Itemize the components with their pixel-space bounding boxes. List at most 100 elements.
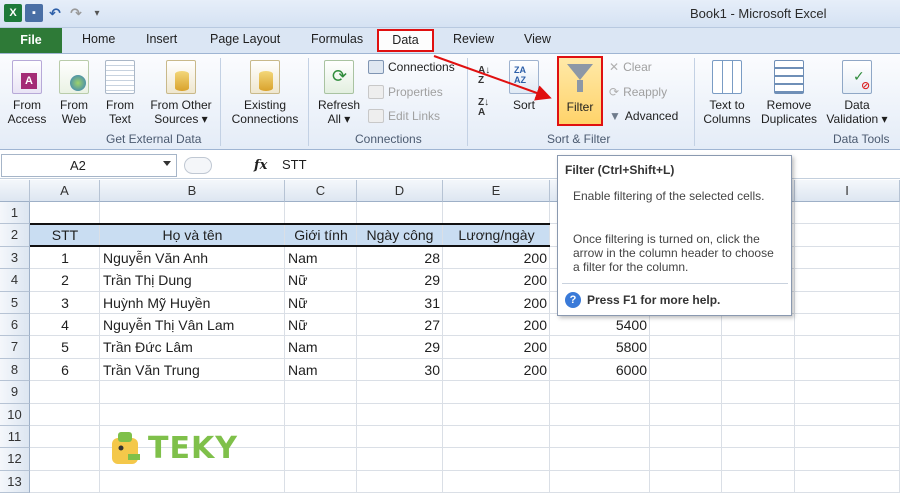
cell[interactable] [650, 403, 722, 426]
cell[interactable] [795, 224, 900, 247]
select-all-corner[interactable] [0, 180, 30, 202]
row-header-4[interactable]: 4 [0, 269, 30, 292]
table-cell-stt: 4 [61, 317, 69, 333]
cell[interactable] [550, 448, 650, 471]
row-header-9[interactable]: 9 [0, 381, 30, 404]
tooltip-divider [562, 283, 788, 284]
cell[interactable] [650, 426, 722, 449]
cell[interactable] [722, 358, 795, 382]
cell[interactable] [357, 403, 443, 426]
cell[interactable] [550, 403, 650, 426]
help-icon: ? [565, 292, 581, 308]
cell[interactable] [795, 269, 900, 292]
cell[interactable] [30, 202, 100, 225]
row-header-1[interactable]: 1 [0, 202, 30, 225]
cell[interactable] [443, 381, 550, 404]
row-header-7[interactable]: 7 [0, 336, 30, 359]
row-header-13[interactable]: 13 [0, 470, 30, 494]
cell[interactable] [795, 202, 900, 225]
cell[interactable] [30, 403, 100, 426]
row-header-8[interactable]: 8 [0, 358, 30, 382]
cell[interactable] [550, 381, 650, 404]
row-header-11[interactable]: 11 [0, 426, 30, 449]
cell[interactable] [100, 202, 285, 225]
cell[interactable] [357, 426, 443, 449]
column-header-e[interactable]: E [443, 180, 550, 202]
row-header-10[interactable]: 10 [0, 403, 30, 426]
cell[interactable] [285, 470, 357, 494]
cell[interactable] [30, 448, 100, 471]
filter-tooltip: Filter (Ctrl+Shift+L) Enable filtering o… [557, 155, 792, 316]
cell[interactable] [795, 426, 900, 449]
table-cell-days: 31 [424, 294, 440, 311]
cell[interactable] [722, 381, 795, 404]
cell[interactable] [443, 426, 550, 449]
cell[interactable] [357, 448, 443, 471]
column-header-a[interactable]: A [30, 180, 100, 202]
cell[interactable] [550, 426, 650, 449]
cell[interactable] [443, 470, 550, 494]
header-row-border [30, 223, 550, 247]
column-header-c[interactable]: C [285, 180, 357, 202]
cell[interactable] [550, 470, 650, 494]
cell[interactable] [722, 403, 795, 426]
row-header-3[interactable]: 3 [0, 246, 30, 270]
table-cell-stt: 3 [61, 294, 69, 311]
cell[interactable] [795, 470, 900, 494]
cell[interactable] [357, 470, 443, 494]
cell[interactable] [722, 314, 795, 337]
cell[interactable] [722, 470, 795, 494]
cell[interactable] [285, 448, 357, 471]
table-cell-rate: 200 [523, 294, 547, 311]
cell[interactable] [650, 448, 722, 471]
cell[interactable] [100, 381, 285, 404]
cell[interactable] [443, 403, 550, 426]
cell[interactable] [795, 336, 900, 359]
insert-function-icon[interactable]: fx [254, 158, 267, 173]
cell[interactable] [795, 381, 900, 404]
cell[interactable] [285, 426, 357, 449]
cell[interactable] [650, 336, 722, 359]
name-box-dropdown-icon[interactable] [163, 161, 171, 166]
cell[interactable] [285, 403, 357, 426]
cell[interactable] [30, 426, 100, 449]
cell[interactable] [722, 448, 795, 471]
cell[interactable] [285, 202, 357, 225]
row-header-12[interactable]: 12 [0, 448, 30, 471]
cell[interactable] [650, 314, 722, 337]
cell[interactable] [795, 314, 900, 337]
row-header-6[interactable]: 6 [0, 314, 30, 337]
cell[interactable] [285, 381, 357, 404]
table-cell-rate: 200 [523, 339, 547, 356]
column-header-d[interactable]: D [357, 180, 443, 202]
cell[interactable] [795, 246, 900, 270]
formula-input[interactable]: STT [282, 157, 307, 172]
cell[interactable] [650, 381, 722, 404]
cell[interactable] [357, 381, 443, 404]
cell[interactable] [650, 470, 722, 494]
table-cell-total: 5800 [615, 339, 647, 356]
cell[interactable] [795, 448, 900, 471]
cell[interactable] [100, 470, 285, 494]
name-box[interactable]: A2 [1, 154, 177, 177]
cell[interactable] [722, 426, 795, 449]
cell[interactable] [30, 381, 100, 404]
cell[interactable] [30, 470, 100, 494]
row-header-2[interactable]: 2 [0, 224, 30, 247]
cell[interactable] [795, 403, 900, 426]
column-header-b[interactable]: B [100, 180, 285, 202]
table-cell-gender: Nữ [288, 317, 308, 333]
cell[interactable] [357, 202, 443, 225]
cell[interactable] [443, 448, 550, 471]
cell[interactable] [650, 358, 722, 382]
table-cell-gender: Nam [288, 249, 318, 266]
tooltip-help: ? Press F1 for more help. [565, 292, 720, 308]
cell[interactable] [722, 336, 795, 359]
row-header-5[interactable]: 5 [0, 291, 30, 314]
column-header-i[interactable]: I [795, 180, 900, 202]
cell[interactable] [795, 291, 900, 314]
cell[interactable] [443, 202, 550, 225]
cell[interactable] [100, 403, 285, 426]
cell[interactable] [795, 358, 900, 382]
table-cell-stt: 1 [61, 249, 69, 266]
